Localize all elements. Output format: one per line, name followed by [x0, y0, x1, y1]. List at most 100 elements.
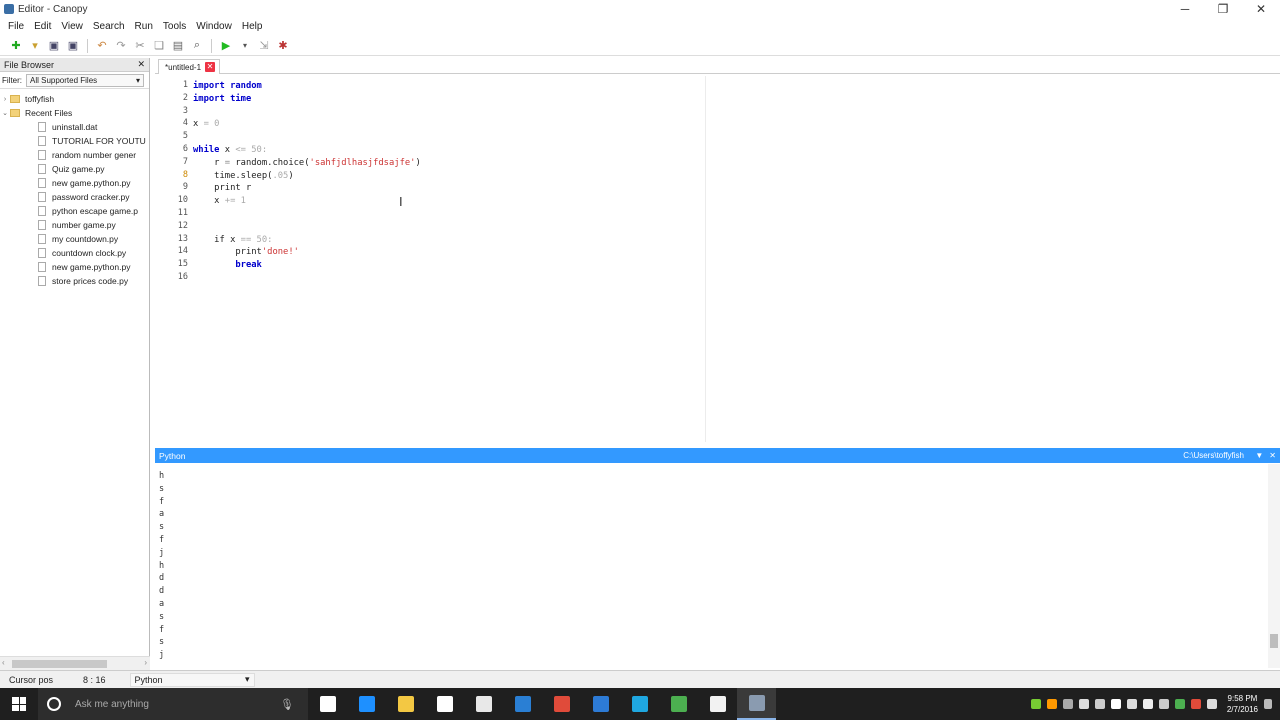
tray-app-icon[interactable] — [1030, 699, 1041, 709]
filter-select[interactable]: All Supported Files ▾ — [26, 73, 144, 87]
code-line[interactable]: break — [193, 259, 421, 272]
save-icon[interactable]: ▣ — [46, 38, 62, 54]
code-line[interactable] — [193, 106, 421, 119]
scroll-left-icon[interactable]: ‹ — [2, 658, 5, 667]
cut-icon[interactable]: ✂ — [132, 38, 148, 54]
working-directory[interactable]: C:\Users\toffyfish — [1183, 451, 1244, 460]
recent-file-item[interactable]: Quiz game.py — [0, 162, 149, 176]
battery-icon[interactable] — [1142, 699, 1153, 709]
close-tab-icon[interactable]: ✕ — [205, 62, 216, 72]
taskbar-app-camtasia[interactable] — [659, 688, 698, 720]
menu-help[interactable]: Help — [237, 21, 268, 32]
code-line[interactable]: r = random.choice('sahfjdlhasjfdsajfe') — [193, 157, 421, 170]
collapse-icon[interactable]: ⌄ — [0, 109, 10, 117]
tray-app-icon[interactable] — [1174, 699, 1185, 709]
taskbar-app-app-blue[interactable] — [581, 688, 620, 720]
dropbox-icon[interactable] — [1110, 699, 1121, 709]
recent-file-item[interactable]: new game.python.py — [0, 260, 149, 274]
scrollbar-thumb[interactable] — [1270, 634, 1278, 648]
recent-file-item[interactable]: TUTORIAL FOR YOUTU — [0, 134, 149, 148]
menu-search[interactable]: Search — [88, 21, 130, 32]
vertical-scrollbar[interactable] — [1268, 464, 1280, 668]
start-button[interactable] — [0, 688, 38, 720]
menu-view[interactable]: View — [56, 21, 88, 32]
taskbar-app-skype[interactable] — [620, 688, 659, 720]
code-line[interactable]: print r — [193, 182, 421, 195]
run-dropdown-icon[interactable]: ▾ — [237, 38, 253, 54]
code-line[interactable] — [193, 131, 421, 144]
clock[interactable]: 9:58 PM 2/7/2016 — [1227, 693, 1258, 715]
cortana-search[interactable]: Ask me anything 🎙 — [38, 688, 308, 720]
notifications-icon[interactable] — [1264, 699, 1272, 709]
run-icon[interactable]: ▶ — [218, 38, 234, 54]
tree-folder-root[interactable]: › toffyfish — [0, 92, 149, 106]
taskbar-app-canopy[interactable] — [737, 688, 776, 720]
code-line[interactable]: import random — [193, 80, 421, 93]
tray-app-icon[interactable] — [1046, 699, 1057, 709]
code-line[interactable]: if x == 50: — [193, 234, 421, 247]
paste-icon[interactable]: ▤ — [170, 38, 186, 54]
code-editor[interactable]: 1 2 3 4 5 6 7 8 9 10 11 12 13 14 15 16 import random imp… — [155, 76, 1280, 442]
taskbar-app-notepad[interactable] — [464, 688, 503, 720]
menu-window[interactable]: Window — [191, 21, 237, 32]
menu-run[interactable]: Run — [130, 21, 158, 32]
onedrive-icon[interactable] — [1078, 699, 1089, 709]
menu-tools[interactable]: Tools — [158, 21, 191, 32]
chrome-tray-icon[interactable] — [1190, 699, 1201, 709]
redo-icon[interactable]: ↷ — [113, 38, 129, 54]
restore-icon[interactable]: ❐ — [1204, 0, 1242, 18]
microphone-icon[interactable]: 🎙 — [280, 698, 294, 711]
find-icon[interactable]: ⌕ — [189, 38, 205, 54]
volume-icon[interactable] — [1206, 699, 1217, 709]
recent-file-item[interactable]: new game.python.py — [0, 176, 149, 190]
code-line[interactable]: while x <= 50: — [193, 144, 421, 157]
scrollbar-thumb[interactable] — [12, 660, 107, 668]
taskbar-app-file-explorer[interactable] — [386, 688, 425, 720]
recent-file-item[interactable]: uninstall.dat — [0, 120, 149, 134]
code-line[interactable] — [193, 272, 421, 285]
close-icon[interactable]: ✕ — [1269, 451, 1276, 460]
recent-file-item[interactable]: random number gener — [0, 148, 149, 162]
taskbar-app-outlook[interactable] — [503, 688, 542, 720]
recent-file-item[interactable]: python escape game.p — [0, 204, 149, 218]
new-file-icon[interactable]: ✚ — [8, 38, 24, 54]
tab-untitled-1[interactable]: *untitled-1 ✕ — [158, 59, 221, 74]
taskbar-app-app-white[interactable] — [698, 688, 737, 720]
code-line[interactable] — [193, 221, 421, 234]
recent-file-item[interactable]: countdown clock.py — [0, 246, 149, 260]
recent-file-item[interactable]: number game.py — [0, 218, 149, 232]
recent-file-item[interactable]: my countdown.py — [0, 232, 149, 246]
taskbar-app-edge[interactable] — [347, 688, 386, 720]
taskbar-app-store[interactable] — [425, 688, 464, 720]
code-line[interactable]: print'done!' — [193, 246, 421, 259]
python-console[interactable]: hsfasfjhddasfsj — [155, 464, 1280, 668]
tray-app-icon[interactable] — [1094, 699, 1105, 709]
code-line[interactable] — [193, 208, 421, 221]
close-icon[interactable]: ✕ — [137, 59, 145, 70]
taskbar-app-chrome[interactable] — [542, 688, 581, 720]
menu-file[interactable]: File — [3, 21, 29, 32]
horizontal-scrollbar[interactable]: ‹ › — [0, 656, 150, 670]
debug-icon[interactable]: ⇲ — [256, 38, 272, 54]
chevron-down-icon[interactable]: ▼ — [1255, 451, 1263, 460]
tray-app-icon[interactable] — [1062, 699, 1073, 709]
taskbar-app-task-view[interactable] — [308, 688, 347, 720]
undo-icon[interactable]: ↶ — [94, 38, 110, 54]
recent-file-item[interactable]: store prices code.py — [0, 274, 149, 288]
save-all-icon[interactable]: ▣ — [65, 38, 81, 54]
open-folder-icon[interactable]: ▾ — [27, 38, 43, 54]
recent-file-item[interactable]: password cracker.py — [0, 190, 149, 204]
code-content[interactable]: import random import time x = 0 while x <… — [193, 80, 421, 285]
message-icon[interactable] — [1158, 699, 1169, 709]
menu-edit[interactable]: Edit — [29, 21, 56, 32]
language-select[interactable]: Python ▾ — [129, 672, 255, 687]
close-icon[interactable]: ✕ — [1242, 0, 1280, 18]
code-line[interactable]: x += 1 — [193, 195, 421, 208]
network-icon[interactable] — [1126, 699, 1137, 709]
tree-folder-recent[interactable]: ⌄ Recent Files — [0, 106, 149, 120]
scroll-right-icon[interactable]: › — [144, 658, 147, 667]
code-line[interactable]: import time — [193, 93, 421, 106]
code-line[interactable]: time.sleep(.05) — [193, 170, 421, 183]
copy-icon[interactable]: ❏ — [151, 38, 167, 54]
minimize-icon[interactable]: ─ — [1166, 0, 1204, 18]
